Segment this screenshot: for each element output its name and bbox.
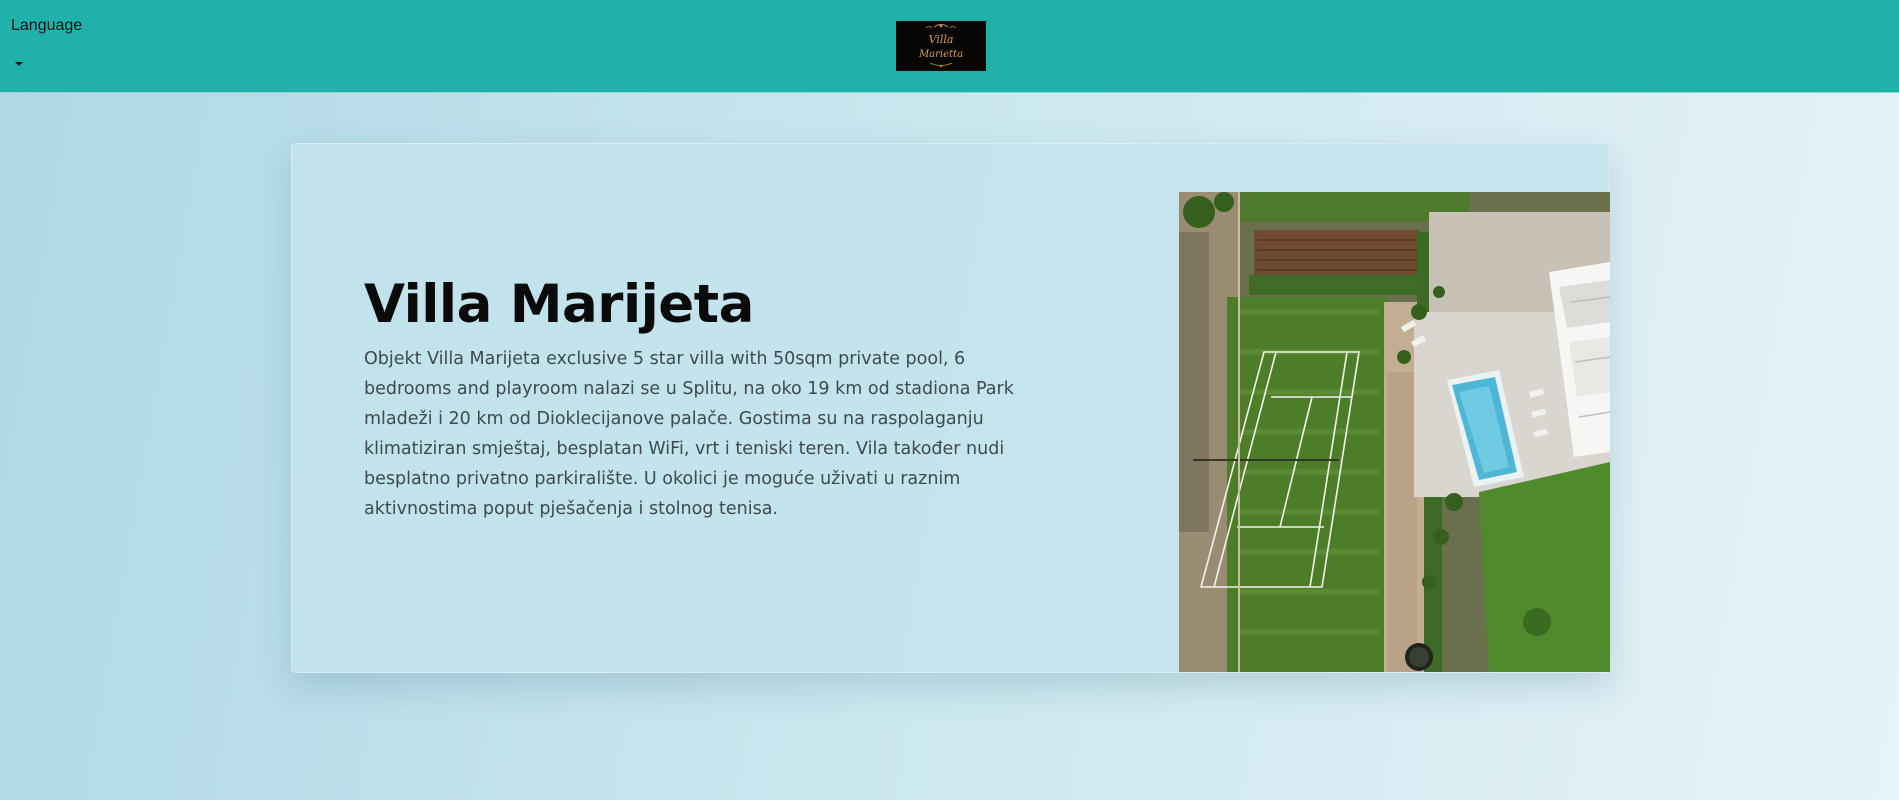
logo-text-line2: Marietta [918,49,963,60]
aerial-image [1179,192,1610,672]
page-title: Villa Marijeta [364,274,754,335]
villa-logo[interactable]: Villa Marietta [896,21,986,71]
logo-text-line1: Villa [929,33,954,46]
caret-down-icon [15,62,23,66]
top-navbar: Language Villa Marietta [0,0,1899,93]
hero-card: Villa Marijeta Objekt Villa Marijeta exc… [291,143,1610,673]
logo-emblem: Villa Marietta [896,21,986,71]
language-label: Language [11,17,83,34]
villa-description: Objekt Villa Marijeta exclusive 5 star v… [364,349,1014,519]
villa-aerial-photo [1179,192,1610,672]
language-dropdown-toggle[interactable] [10,54,28,72]
